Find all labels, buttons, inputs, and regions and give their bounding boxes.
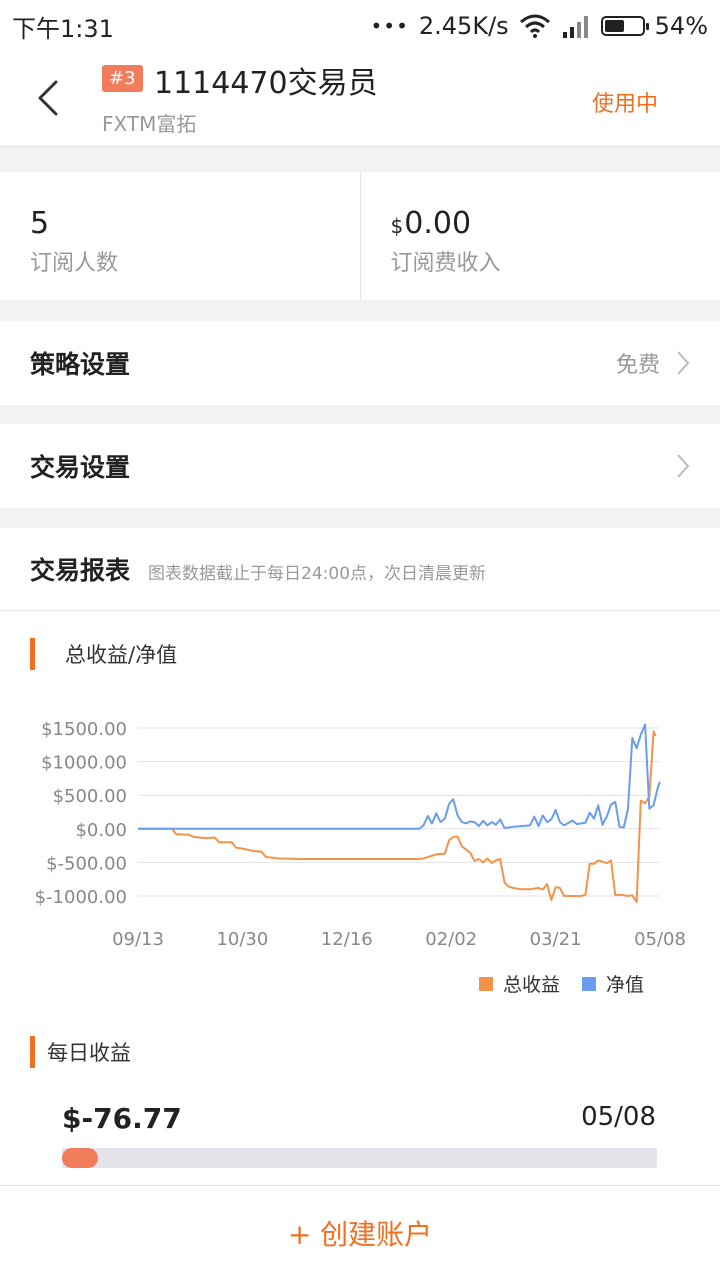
app-screen: 下午1:31 ••• 2.45K/s 54% #3 1114470交易员 FXT… [0, 0, 720, 1280]
y-tick-label: $0.00 [75, 820, 127, 841]
status-time: 下午1:31 [12, 14, 114, 43]
back-arrow-icon[interactable] [30, 78, 70, 118]
subscriber-count: 5 [30, 206, 50, 241]
battery-icon [600, 16, 649, 36]
profit-series-line [138, 730, 657, 903]
trade-settings-label: 交易设置 [30, 453, 131, 482]
income-currency: $ [390, 214, 404, 238]
strategy-settings-row[interactable]: 策略设置 免费 [0, 321, 720, 405]
broker-name: FXTM富拓 [102, 112, 197, 136]
x-tick-label: 12/16 [321, 929, 373, 950]
y-tick-label: $500.00 [53, 786, 127, 807]
daily-section-title: 每日收益 [30, 1036, 131, 1068]
strategy-settings-label: 策略设置 [30, 350, 131, 379]
legend-label-equity: 净值 [605, 974, 644, 996]
chevron-right-icon [677, 351, 690, 375]
rank-badge: #3 [102, 65, 143, 92]
chart-legend: 总收益 净值 [478, 970, 644, 997]
battery-percent: 54% [654, 12, 708, 40]
strategy-settings-value: 免费 [615, 353, 660, 378]
chart-section-title: 总收益/净值 [30, 638, 177, 670]
x-tick-label: 05/08 [634, 929, 686, 950]
income-label: 订阅费收入 [390, 251, 501, 276]
subscriber-stat: 5 订阅人数 [0, 172, 360, 300]
daily-profit-bar [62, 1148, 657, 1168]
trading-report: 交易报表 图表数据截止于每日24:00点，次日清晨更新 总收益/净值 $1500… [0, 528, 720, 1188]
section-accent-bar [30, 638, 35, 670]
legend-swatch-equity [581, 976, 596, 991]
y-tick-label: $1500.00 [41, 719, 127, 740]
daily-section-label: 每日收益 [47, 1041, 131, 1065]
signal-icon [562, 16, 588, 38]
daily-profit-bar-fill [62, 1148, 98, 1168]
x-tick-label: 10/30 [216, 929, 268, 950]
profit-equity-chart: $1500.00 $1000.00 $500.00 $0.00 $-500.00 $-10… [35, 719, 686, 950]
chart-section-label: 总收益/净值 [65, 643, 178, 667]
section-accent-bar [30, 1036, 35, 1068]
legend-swatch-profit [478, 976, 493, 991]
income-stat: $0.00 订阅费收入 [359, 172, 720, 300]
page-header: #3 1114470交易员 FXTM富拓 使用中 [0, 52, 720, 147]
legend-label-profit: 总收益 [502, 974, 560, 996]
status-right: ••• 2.45K/s 54% [371, 12, 709, 40]
legend-item-profit: 总收益 [478, 970, 560, 997]
x-tick-label: 03/21 [530, 929, 582, 950]
status-badge[interactable]: 使用中 [592, 86, 658, 118]
status-bar: 下午1:31 ••• 2.45K/s 54% [0, 0, 720, 52]
report-title: 交易报表 [30, 556, 131, 585]
x-tick-label: 02/02 [425, 929, 477, 950]
report-header: 交易报表 图表数据截止于每日24:00点，次日清晨更新 [0, 528, 720, 611]
battery-fill [604, 20, 625, 32]
legend-item-equity: 净值 [581, 970, 644, 997]
network-speed: 2.45K/s [418, 12, 509, 40]
create-account-label: + 创建账户 [287, 1218, 433, 1251]
report-note: 图表数据截止于每日24:00点，次日清晨更新 [148, 563, 487, 584]
wifi-icon [519, 14, 550, 38]
stats-panel: 5 订阅人数 $0.00 订阅费收入 [0, 172, 720, 300]
y-tick-label: $-1000.00 [35, 887, 127, 908]
income-value: 0.00 [404, 206, 472, 241]
equity-series-line [138, 723, 661, 830]
chevron-right-icon [677, 454, 690, 478]
dots-icon: ••• [370, 14, 409, 38]
income-value-wrap: $0.00 [391, 206, 691, 241]
subscriber-label: 订阅人数 [30, 251, 119, 276]
y-tick-label: $1000.00 [41, 753, 127, 774]
page-title: 1114470交易员 [154, 66, 378, 101]
daily-profit-value: $-76.77 [62, 1102, 182, 1135]
x-tick-label: 09/13 [112, 929, 164, 950]
daily-profit-date: 05/08 [581, 1102, 656, 1132]
trade-settings-row[interactable]: 交易设置 [0, 424, 720, 508]
create-account-button[interactable]: + 创建账户 [0, 1185, 720, 1280]
y-tick-label: $-500.00 [46, 853, 127, 874]
